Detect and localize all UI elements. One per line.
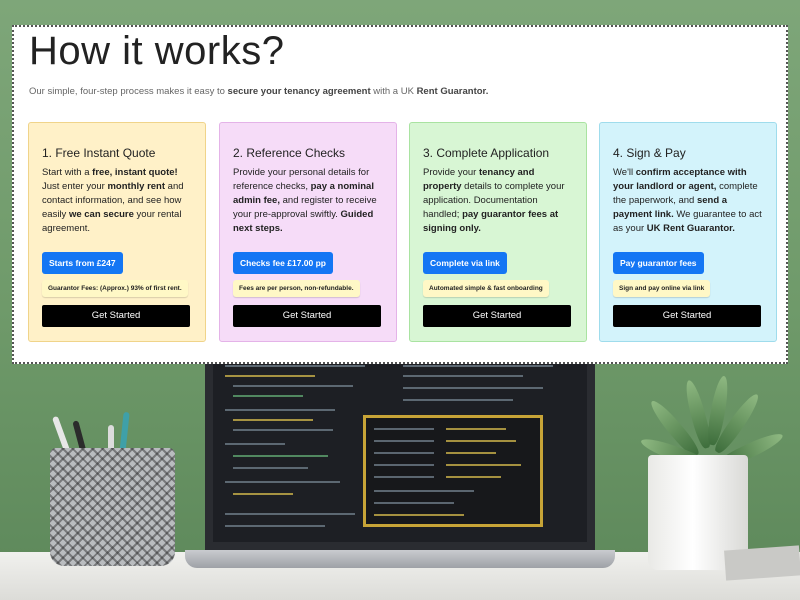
intro-text: with a UK: [370, 86, 417, 97]
how-it-works-panel: How it works? Our simple, four-step proc…: [12, 25, 788, 364]
intro-highlight: secure your tenancy agreement: [227, 86, 371, 97]
pay-guarantor-fees-button[interactable]: Pay guarantor fees: [613, 252, 704, 274]
fee-note: Fees are per person, non-refundable.: [233, 280, 360, 297]
step-card-application: 3. Complete Application Provide your ten…: [409, 122, 587, 342]
step-title: 3. Complete Application: [423, 146, 550, 160]
step-description: Provide your personal details for refere…: [233, 166, 384, 252]
step-card-reference: 2. Reference Checks Provide your persona…: [219, 122, 397, 342]
sign-pay-note: Sign and pay online via link: [613, 280, 711, 297]
onboarding-note: Automated simple & fast onboarding: [423, 280, 549, 297]
highlight-text: monthly rent: [107, 181, 166, 192]
book: [724, 545, 800, 581]
laptop-screen: [205, 345, 595, 550]
starts-from-price-button[interactable]: Starts from £247: [42, 252, 123, 274]
complete-via-link-button[interactable]: Complete via link: [423, 252, 507, 274]
pen-holder: [50, 448, 175, 566]
laptop-base: [185, 550, 615, 568]
get-started-button[interactable]: Get Started: [613, 305, 761, 327]
step-card-sign-pay: 4. Sign & Pay We'll confirm acceptance w…: [599, 122, 777, 342]
intro-highlight: Rent Guarantor.: [416, 86, 489, 97]
page-title: How it works?: [29, 29, 285, 73]
step-title: 1. Free Instant Quote: [42, 146, 156, 160]
body-text: Just enter your: [42, 181, 108, 192]
checks-fee-button[interactable]: Checks fee £17.00 pp: [233, 252, 333, 274]
step-card-quote: 1. Free Instant Quote Start with a free,…: [28, 122, 206, 342]
body-text: Provide your: [423, 167, 479, 178]
step-title: 2. Reference Checks: [233, 146, 346, 160]
highlight-text: UK Rent Guarantor.: [646, 223, 735, 234]
step-description: We'll confirm acceptance with your landl…: [613, 166, 764, 252]
intro-text: Our simple, four-step process makes it e…: [29, 86, 228, 97]
page-intro: Our simple, four-step process makes it e…: [29, 86, 488, 97]
body-text: Start with a: [42, 167, 93, 178]
terminal-window: [363, 415, 543, 527]
step-description: Start with a free, instant quote! Just e…: [42, 166, 193, 252]
get-started-button[interactable]: Get Started: [42, 305, 190, 327]
get-started-button[interactable]: Get Started: [423, 305, 571, 327]
step-description: Provide your tenancy and property detail…: [423, 166, 574, 252]
guarantor-fee-note: Guarantor Fees: (Approx.) 93% of first r…: [42, 280, 188, 297]
highlight-text: free, instant quote!: [92, 167, 178, 178]
step-title: 4. Sign & Pay: [613, 146, 686, 160]
body-text: We'll: [613, 167, 636, 178]
highlight-text: we can secure: [68, 209, 134, 220]
get-started-button[interactable]: Get Started: [233, 305, 381, 327]
